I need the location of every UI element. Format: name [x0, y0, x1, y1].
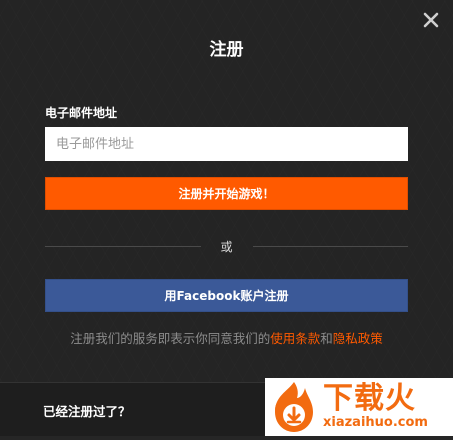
or-divider: 或 [45, 236, 409, 256]
signup-button[interactable]: 注册并开始游戏！ [45, 177, 408, 210]
email-field[interactable] [45, 127, 408, 161]
privacy-policy-link[interactable]: 隐私政策 [333, 331, 383, 346]
terms-notice: 注册我们的服务即表示你同意我们的使用条款和隐私政策 [0, 328, 453, 347]
signup-dialog: 注册 电子邮件地址 注册并开始游戏！ 或 用Facebook账户注册 注册我们的… [0, 0, 453, 436]
terms-of-use-link[interactable]: 使用条款 [270, 331, 320, 346]
flame-logo-icon [267, 378, 321, 436]
terms-conjunction: 和 [320, 331, 333, 346]
facebook-signup-button[interactable]: 用Facebook账户注册 [45, 279, 408, 312]
divider-line-left [45, 245, 201, 247]
watermark-brand: 下载火 [323, 381, 416, 416]
close-icon[interactable] [422, 11, 440, 29]
email-label: 电子邮件地址 [45, 106, 118, 120]
watermark-url: xiazaihuo.com [323, 415, 428, 430]
dialog-title: 注册 [209, 40, 244, 60]
divider-text: 或 [220, 239, 233, 254]
terms-prefix: 注册我们的服务即表示你同意我们的 [70, 331, 271, 346]
watermark: 下载火 xiazaihuo.com [265, 378, 453, 436]
already-registered-link[interactable]: 已经注册过了？ [43, 401, 131, 420]
divider-line-right [252, 245, 409, 247]
